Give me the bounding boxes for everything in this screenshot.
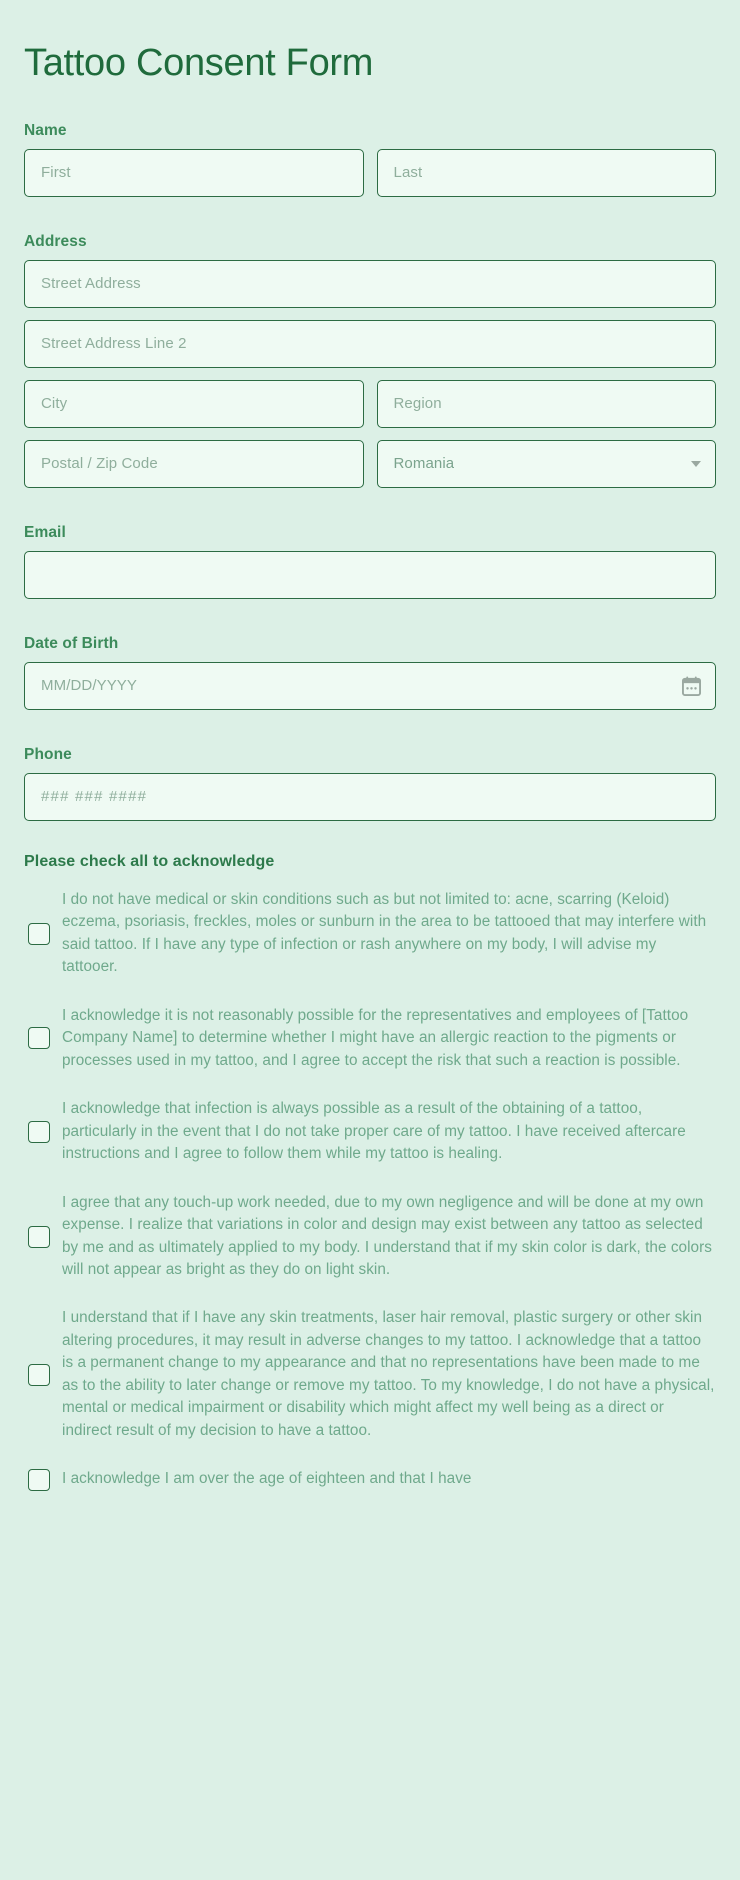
acknowledge-item[interactable]: I understand that if I have any skin tre… bbox=[24, 1307, 716, 1442]
name-label: Name bbox=[24, 121, 67, 139]
postal-col: Postal / Zip Code bbox=[24, 439, 364, 488]
acknowledge-list: I do not have medical or skin conditions… bbox=[24, 889, 716, 1491]
acknowledge-item-text: I acknowledge I am over the age of eight… bbox=[62, 1470, 472, 1488]
page-title: Tattoo Consent Form bbox=[24, 42, 374, 84]
acknowledge-item[interactable]: I acknowledge it is not reasonably possi… bbox=[24, 1005, 716, 1072]
postal-code-placeholder: Postal / Zip Code bbox=[41, 455, 158, 473]
first-name-col: First bbox=[24, 148, 364, 197]
street-address-col: Street Address bbox=[24, 259, 716, 308]
field-group-name: Name First Last bbox=[24, 122, 716, 197]
chevron-down-icon bbox=[691, 460, 701, 467]
region-placeholder: Region bbox=[393, 395, 442, 413]
last-name-col: Last bbox=[376, 148, 716, 197]
field-group-phone: Phone ### ### #### bbox=[24, 746, 716, 821]
postal-country-row: Postal / Zip Code Romania bbox=[24, 439, 716, 488]
postal-code-input[interactable]: Postal / Zip Code bbox=[24, 439, 364, 488]
phone-input[interactable]: ### ### #### bbox=[24, 772, 716, 821]
acknowledge-checkbox[interactable] bbox=[28, 1363, 50, 1386]
city-input[interactable]: City bbox=[24, 379, 364, 428]
tattoo-consent-form: Tattoo Consent Form Name First Last Addr… bbox=[0, 0, 740, 1491]
country-selected-value: Romania bbox=[393, 455, 455, 473]
street-address-2-row: Street Address Line 2 bbox=[24, 319, 716, 368]
region-input[interactable]: Region bbox=[376, 379, 716, 428]
acknowledge-item-text: I acknowledge that infection is always p… bbox=[62, 1100, 686, 1163]
date-of-birth-input[interactable]: MM/DD/YYYY bbox=[24, 661, 716, 710]
acknowledge-item-text: I agree that any touch-up work needed, d… bbox=[62, 1193, 712, 1278]
acknowledge-item[interactable]: I agree that any touch-up work needed, d… bbox=[24, 1192, 716, 1282]
acknowledge-checkbox[interactable] bbox=[28, 1120, 50, 1143]
calendar-icon[interactable] bbox=[682, 676, 701, 696]
phone-placeholder: ### ### #### bbox=[41, 788, 148, 806]
acknowledge-item[interactable]: I do not have medical or skin conditions… bbox=[24, 889, 716, 979]
acknowledge-item-text: I do not have medical or skin conditions… bbox=[62, 890, 707, 976]
street-address-placeholder: Street Address bbox=[41, 275, 141, 293]
date-of-birth-placeholder: MM/DD/YYYY bbox=[41, 677, 138, 695]
last-name-input[interactable]: Last bbox=[376, 148, 716, 197]
street-address-input[interactable]: Street Address bbox=[24, 259, 716, 308]
first-name-placeholder: First bbox=[41, 164, 71, 182]
acknowledge-checkbox[interactable] bbox=[28, 1225, 50, 1248]
country-select[interactable]: Romania bbox=[376, 439, 716, 488]
city-col: City bbox=[24, 379, 364, 428]
field-group-address: Address Street Address Street Address Li… bbox=[24, 233, 716, 488]
acknowledge-item[interactable]: I acknowledge I am over the age of eight… bbox=[24, 1468, 716, 1491]
first-name-input[interactable]: First bbox=[24, 148, 364, 197]
street-address-2-placeholder: Street Address Line 2 bbox=[41, 335, 187, 353]
date-of-birth-label: Date of Birth bbox=[24, 634, 119, 652]
street-address-2-input[interactable]: Street Address Line 2 bbox=[24, 319, 716, 368]
country-col: Romania bbox=[376, 439, 716, 488]
street-address-row: Street Address bbox=[24, 259, 716, 308]
city-region-row: City Region bbox=[24, 379, 716, 428]
address-label: Address bbox=[24, 232, 87, 250]
acknowledge-checkbox[interactable] bbox=[28, 1468, 50, 1491]
last-name-placeholder: Last bbox=[393, 164, 423, 182]
name-row: First Last bbox=[24, 148, 716, 197]
acknowledge-item-text: I understand that if I have any skin tre… bbox=[62, 1309, 715, 1439]
street-address-2-col: Street Address Line 2 bbox=[24, 319, 716, 368]
phone-label: Phone bbox=[24, 745, 72, 763]
field-group-date-of-birth: Date of Birth MM/DD/YYYY bbox=[24, 635, 716, 710]
acknowledge-checkbox[interactable] bbox=[28, 922, 50, 945]
email-label: Email bbox=[24, 523, 66, 541]
city-placeholder: City bbox=[41, 395, 68, 413]
email-input[interactable] bbox=[24, 550, 716, 599]
acknowledge-item-text: I acknowledge it is not reasonably possi… bbox=[62, 1006, 689, 1069]
acknowledge-item[interactable]: I acknowledge that infection is always p… bbox=[24, 1098, 716, 1165]
field-group-email: Email bbox=[24, 524, 716, 599]
acknowledge-heading: Please check all to acknowledge bbox=[24, 852, 275, 870]
acknowledge-checkbox[interactable] bbox=[28, 1027, 50, 1050]
region-col: Region bbox=[376, 379, 716, 428]
